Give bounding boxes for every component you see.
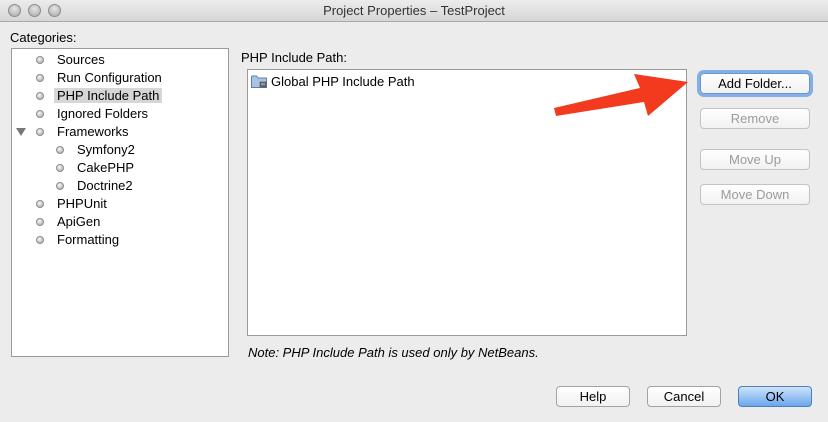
- category-label: Symfony2: [77, 142, 135, 157]
- bullet-icon: [56, 164, 64, 172]
- category-symfony2[interactable]: Symfony2: [56, 141, 135, 158]
- folder-icon: [251, 75, 267, 88]
- bullet-icon: [36, 110, 44, 118]
- category-formatting[interactable]: Formatting: [36, 231, 120, 248]
- remove-button[interactable]: Remove: [700, 108, 810, 129]
- bullet-icon: [56, 182, 64, 190]
- category-label: PHP Include Path: [54, 88, 163, 103]
- bullet-icon: [36, 200, 44, 208]
- include-path-note: Note: PHP Include Path is used only by N…: [248, 345, 539, 360]
- window-title: Project Properties – TestProject: [323, 3, 505, 18]
- categories-tree: Sources Run Configuration PHP Include Pa…: [11, 48, 229, 357]
- include-path-label: PHP Include Path:: [241, 50, 347, 65]
- category-label: Formatting: [57, 232, 120, 247]
- move-down-button[interactable]: Move Down: [700, 184, 810, 205]
- move-up-button[interactable]: Move Up: [700, 149, 810, 170]
- category-sources[interactable]: Sources: [36, 51, 105, 68]
- bullet-icon: [36, 74, 44, 82]
- help-button[interactable]: Help: [556, 386, 630, 407]
- category-frameworks[interactable]: Frameworks: [36, 123, 129, 140]
- cancel-button[interactable]: Cancel: [647, 386, 721, 407]
- category-label: Sources: [57, 52, 105, 67]
- bullet-icon: [36, 92, 44, 100]
- category-label: Run Configuration: [57, 70, 162, 85]
- category-apigen[interactable]: ApiGen: [36, 213, 101, 230]
- add-folder-button[interactable]: Add Folder...: [700, 73, 810, 94]
- bullet-icon: [36, 128, 44, 136]
- bullet-icon: [56, 146, 64, 154]
- bullet-icon: [36, 218, 44, 226]
- categories-label: Categories:: [10, 30, 77, 45]
- category-label: Ignored Folders: [57, 106, 149, 121]
- category-ignored-folders[interactable]: Ignored Folders: [36, 105, 149, 122]
- category-run-configuration[interactable]: Run Configuration: [36, 69, 162, 86]
- title-bar: Project Properties – TestProject: [0, 0, 828, 22]
- category-label: ApiGen: [57, 214, 101, 229]
- bullet-icon: [36, 56, 44, 64]
- category-label: Frameworks: [57, 124, 129, 139]
- category-label: PHPUnit: [57, 196, 107, 211]
- annotation-arrow-icon: [554, 74, 688, 116]
- category-label: Doctrine2: [77, 178, 133, 193]
- category-php-include-path[interactable]: PHP Include Path: [36, 87, 163, 104]
- category-cakephp[interactable]: CakePHP: [56, 159, 135, 176]
- expanded-triangle-icon[interactable]: [16, 128, 26, 136]
- include-path-entry-label: Global PHP Include Path: [271, 74, 415, 89]
- bullet-icon: [36, 236, 44, 244]
- ok-button[interactable]: OK: [738, 386, 812, 407]
- category-doctrine2[interactable]: Doctrine2: [56, 177, 133, 194]
- category-label: CakePHP: [77, 160, 135, 175]
- category-phpunit[interactable]: PHPUnit: [36, 195, 107, 212]
